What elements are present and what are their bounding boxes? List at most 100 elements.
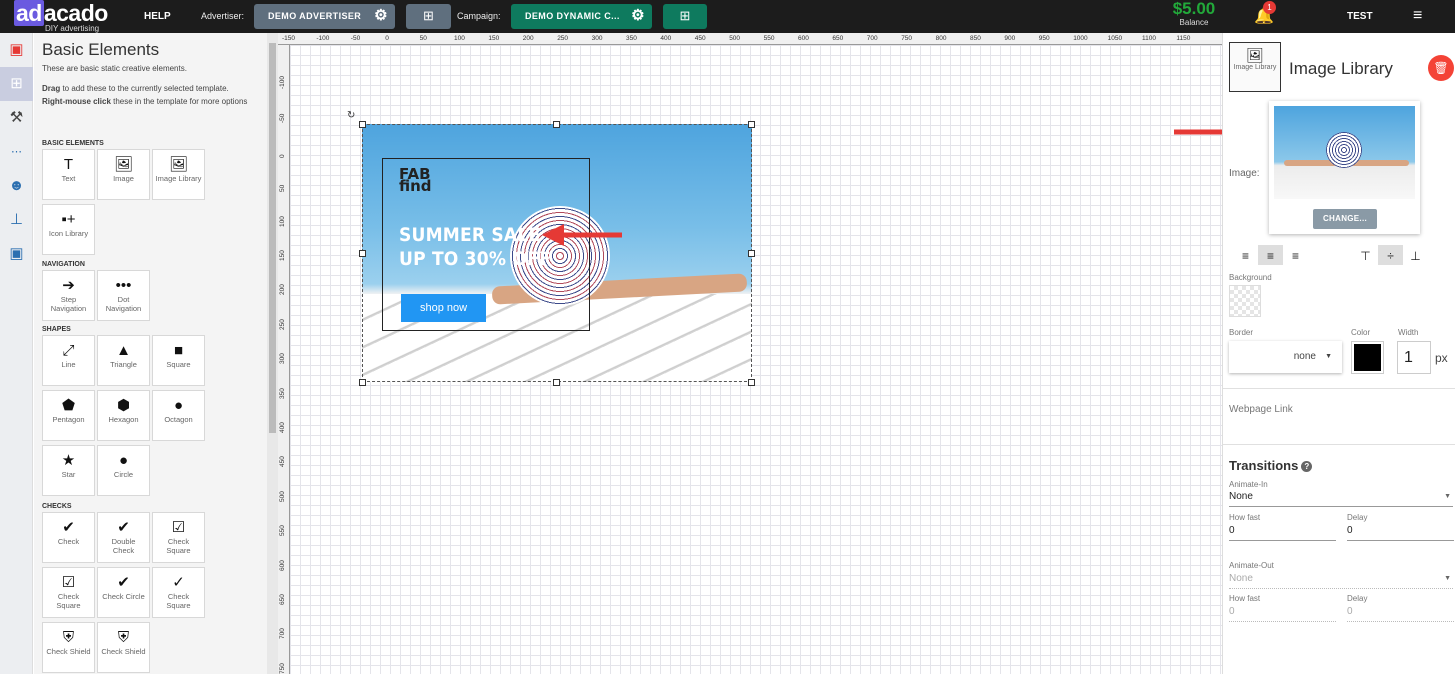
tile-check-square-outline[interactable]: ☑ Check Square — [42, 567, 95, 618]
align-bottom-icon[interactable]: ⊥ — [1403, 245, 1428, 265]
tile-dot-navigation[interactable]: ••• Dot Navigation — [97, 270, 150, 321]
panel-scrollbar[interactable] — [267, 33, 278, 674]
resize-handle-bl[interactable] — [359, 379, 366, 386]
resize-handle-l[interactable] — [359, 250, 366, 257]
twitter-icon[interactable]: ▣ — [0, 237, 33, 271]
how-fast-out-input[interactable]: 0 — [1229, 606, 1336, 622]
delay-out-input[interactable]: 0 — [1347, 606, 1454, 622]
tile-text[interactable]: T Text — [42, 149, 95, 200]
image-preview[interactable] — [1274, 106, 1415, 199]
resize-handle-tr[interactable] — [748, 121, 755, 128]
advertiser-tree-button[interactable]: ⊞ — [406, 4, 451, 29]
panel-subtitle: These are basic static creative elements… — [42, 64, 187, 73]
border-style-select[interactable]: none ▼ — [1229, 341, 1342, 373]
ruler-tick-label: 200 — [522, 35, 534, 42]
tile-step-navigation[interactable]: ➔ Step Navigation — [42, 270, 95, 321]
align-right-icon[interactable]: ≡ — [1283, 245, 1308, 265]
delete-button[interactable]: 🗑 — [1428, 55, 1454, 81]
align-top-icon[interactable]: ⊤ — [1353, 245, 1378, 265]
image-library-icon: 🖼 — [168, 156, 189, 173]
logo-tagline: DIY advertising — [45, 24, 100, 33]
border-width-input[interactable]: 1 — [1397, 341, 1431, 374]
tile-star[interactable]: ★ Star — [42, 445, 95, 496]
annotation-arrow-left — [542, 224, 622, 246]
background-color-swatch[interactable] — [1229, 285, 1261, 317]
help-link[interactable]: HELP — [144, 11, 171, 22]
ruler-tick-label: 0 — [279, 154, 286, 158]
resize-handle-tl[interactable] — [359, 121, 366, 128]
tile-octagon[interactable]: ● Octagon — [152, 390, 205, 441]
octagon-icon: ● — [173, 397, 184, 414]
align-center-icon[interactable]: ≡ — [1258, 245, 1283, 265]
resize-handle-t[interactable] — [553, 121, 560, 128]
inspector-title: Image Library — [1289, 59, 1393, 78]
stamp-icon[interactable]: ⊥ — [0, 203, 33, 237]
drag-hint-bold: Drag — [42, 84, 61, 93]
tile-check-square[interactable]: ☑ Check Square — [152, 512, 205, 563]
advertiser-select-button[interactable]: DEMO ADVERTISER ⚙ — [254, 4, 395, 29]
user-menu[interactable]: TEST — [1347, 11, 1373, 22]
tile-double-check[interactable]: ✔ Double Check — [97, 512, 150, 563]
tile-hexagon[interactable]: ⬢ Hexagon — [97, 390, 150, 441]
animate-in-label: Animate-In — [1229, 480, 1268, 489]
triangle-icon: ▲ — [116, 342, 131, 359]
campaign-select-button[interactable]: DEMO DYNAMIC C... ⚙ — [511, 4, 652, 29]
how-fast-out-label: How fast — [1229, 594, 1261, 603]
webpage-link-input[interactable]: Webpage Link — [1229, 404, 1293, 415]
hamburger-menu-icon[interactable]: ≡ — [1413, 7, 1422, 25]
arrow-right-icon: ➔ — [62, 277, 75, 294]
divider — [1223, 388, 1455, 389]
adacado-logo[interactable]: adacado DIY advertising — [14, 0, 114, 33]
change-image-button[interactable]: CHANGE... — [1313, 209, 1377, 229]
border-color-swatch[interactable] — [1351, 341, 1384, 374]
image-preview-card: CHANGE... — [1269, 101, 1420, 234]
tile-check-shield[interactable]: ⛨ Check Shield — [42, 622, 95, 673]
border-color-fill — [1354, 344, 1381, 371]
ruler-tick-label: 1100 — [1142, 35, 1156, 42]
tile-triangle[interactable]: ▲ Triangle — [97, 335, 150, 386]
ruler-tick-label: -100 — [279, 75, 286, 89]
square-icon: ■ — [173, 342, 184, 359]
animate-in-select[interactable]: None ▼ — [1229, 491, 1453, 507]
resize-handle-br[interactable] — [748, 379, 755, 386]
how-fast-input[interactable]: 0 — [1229, 525, 1336, 541]
ruler-tick-label: 150 — [279, 250, 286, 261]
campaign-label: Campaign: — [457, 11, 501, 21]
tile-icon-library[interactable]: ▪+ Icon Library — [42, 204, 95, 255]
ruler-tick-label: 600 — [279, 559, 286, 571]
emoji-icon[interactable]: ☻ — [0, 169, 33, 203]
campaign-tree-button[interactable]: ⊞ — [663, 4, 707, 29]
left-rail: ▣ ⊞ ⚒ ⋯ ☻ ⊥ ▣ — [0, 33, 33, 674]
tile-check-circle[interactable]: ✔ Check Circle — [97, 567, 150, 618]
tile-check-shield-outline[interactable]: ⛨ Check Shield — [97, 622, 150, 673]
tile-line[interactable]: ⤢ Line — [42, 335, 95, 386]
delay-input[interactable]: 0 — [1347, 525, 1454, 541]
tile-circle[interactable]: ● Circle — [97, 445, 150, 496]
resize-handle-r[interactable] — [748, 250, 755, 257]
balance-display[interactable]: $5.00 Balance — [1170, 0, 1218, 27]
help-icon[interactable]: ? — [1301, 461, 1313, 472]
tile-square[interactable]: ■ Square — [152, 335, 205, 386]
animate-out-select[interactable]: None ▼ — [1229, 573, 1453, 589]
tile-pentagon[interactable]: ⬟ Pentagon — [42, 390, 95, 441]
add-element-icon[interactable]: ⊞ — [0, 67, 33, 101]
align-middle-icon[interactable]: ÷ — [1378, 245, 1403, 265]
align-left-icon[interactable]: ≡ — [1233, 245, 1258, 265]
vertical-align-group: ⊤ ÷ ⊥ — [1353, 245, 1428, 265]
tile-check[interactable]: ✔ Check — [42, 512, 95, 563]
ruler-tick-label: 350 — [626, 35, 637, 42]
rotate-handle-icon[interactable]: ↻ — [347, 110, 355, 121]
notifications-button[interactable]: 🔔 1 — [1254, 1, 1276, 26]
inspector-image-library-tile[interactable]: 🖼 Image Library — [1229, 42, 1281, 92]
tools-icon[interactable]: ⚒ — [0, 101, 33, 135]
layout-icon[interactable]: ⋯ — [0, 135, 33, 169]
pdf-icon[interactable]: ▣ — [0, 33, 33, 67]
tile-image[interactable]: 🖼 Image — [97, 149, 150, 200]
ruler-tick-label: -50 — [350, 35, 361, 42]
panel-description: These are basic static creative elements… — [42, 62, 264, 108]
tile-image-library[interactable]: 🖼 Image Library — [152, 149, 205, 200]
resize-handle-b[interactable] — [553, 379, 560, 386]
tile-check-square-circle[interactable]: ✓ Check Square — [152, 567, 205, 618]
scrollbar-thumb[interactable] — [269, 43, 276, 433]
text-icon: T — [63, 156, 74, 173]
